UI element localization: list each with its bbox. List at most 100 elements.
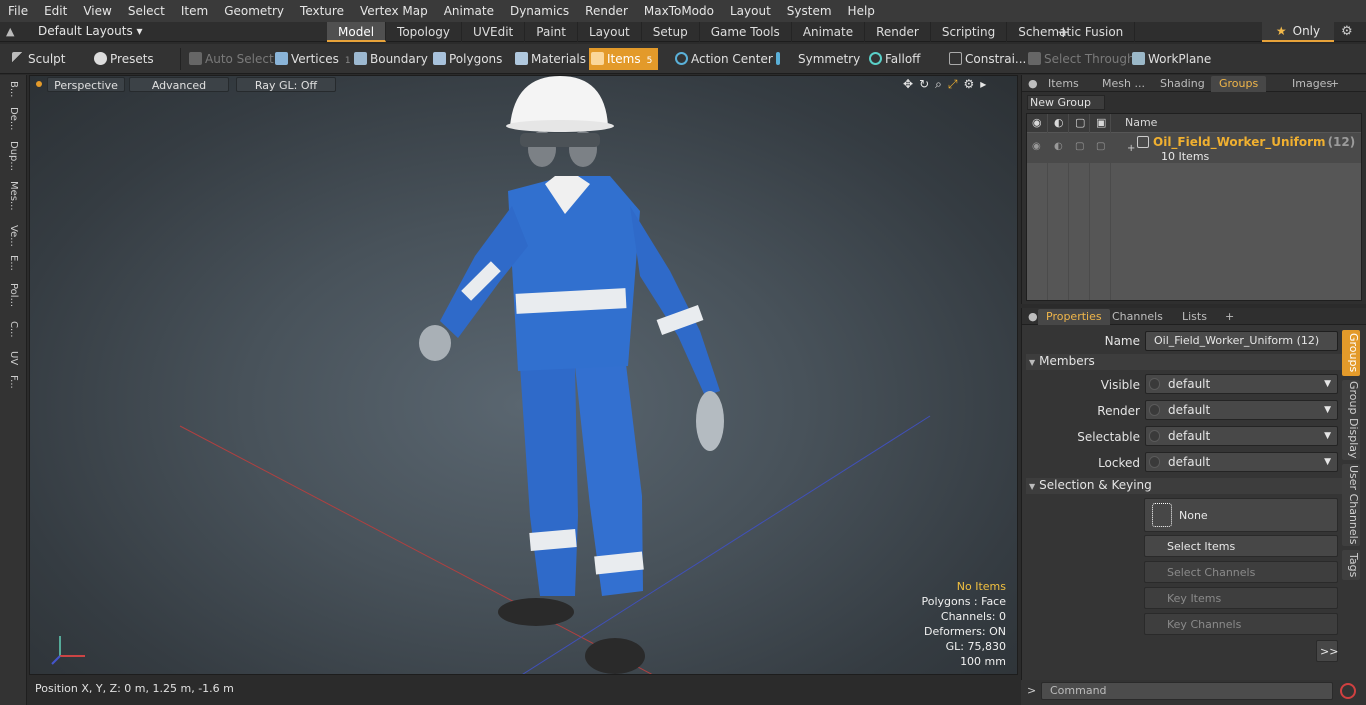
add-tab-icon[interactable]: +: [1217, 309, 1242, 325]
strip-tab[interactable]: Ve...: [5, 225, 19, 247]
presets-button[interactable]: Presets: [92, 48, 154, 70]
menu-geometry[interactable]: Geometry: [216, 0, 292, 22]
perspective-dropdown[interactable]: Perspective: [47, 77, 125, 92]
polygons-button[interactable]: Polygons: [431, 48, 502, 70]
3d-viewport[interactable]: Perspective Advanced Ray GL: Off ✥ ↻ ⌕ ⤢…: [29, 75, 1018, 675]
side-tab-group-display[interactable]: Group Display: [1342, 380, 1360, 460]
collapse-icon[interactable]: ▲: [6, 25, 20, 39]
rotate-icon[interactable]: ↻: [919, 77, 929, 92]
tab-scripting[interactable]: Scripting: [931, 22, 1008, 42]
falloff-button[interactable]: Falloff: [867, 48, 920, 70]
add-tab-icon[interactable]: +: [1322, 76, 1347, 92]
record-icon[interactable]: [1340, 683, 1356, 699]
vertices-button[interactable]: Vertices 1: [273, 48, 351, 70]
tab-game-tools[interactable]: Game Tools: [700, 22, 792, 42]
gear-icon[interactable]: ⚙: [963, 77, 974, 92]
only-toggle[interactable]: ★ Only: [1262, 22, 1334, 42]
side-tab-user-channels[interactable]: User Channels: [1342, 464, 1360, 546]
menu-layout[interactable]: Layout: [722, 0, 779, 22]
tab-model[interactable]: Model: [327, 22, 387, 42]
gear-icon[interactable]: ⚙: [1341, 24, 1353, 39]
menu-vertex-map[interactable]: Vertex Map: [352, 0, 436, 22]
select-items-button[interactable]: Select Items: [1144, 535, 1338, 557]
group-row[interactable]: ◉ ◐ ▢ ▢ + Oil_Field_Worker_Uniform (12) 1…: [1027, 133, 1361, 163]
pan-icon[interactable]: ✥: [903, 77, 913, 92]
menu-help[interactable]: Help: [840, 0, 883, 22]
tab-lists[interactable]: Lists: [1174, 309, 1215, 325]
key-channels-button[interactable]: Key Channels: [1144, 613, 1338, 635]
menu-maxtomodo[interactable]: MaxToModo: [636, 0, 722, 22]
selectable-dropdown[interactable]: default ▼: [1145, 426, 1338, 446]
command-input[interactable]: Command: [1041, 682, 1333, 700]
zoom-icon[interactable]: ⌕: [935, 77, 942, 92]
menu-select[interactable]: Select: [120, 0, 173, 22]
tab-schematic-fusion[interactable]: Schematic Fusion: [1007, 22, 1136, 42]
viewport-options-dot[interactable]: [36, 81, 42, 87]
raygl-toggle[interactable]: Ray GL: Off: [236, 77, 336, 92]
tab-items[interactable]: Items: [1040, 76, 1087, 92]
strip-tab[interactable]: Mes...: [5, 181, 19, 211]
maximize-icon[interactable]: ⤢: [948, 77, 958, 92]
strip-tab[interactable]: Dup...: [5, 141, 19, 171]
expand-icon[interactable]: +: [1127, 143, 1135, 154]
strip-tab[interactable]: De...: [5, 107, 19, 130]
panel-menu-dot[interactable]: ●: [1024, 76, 1042, 92]
strip-tab[interactable]: B...: [5, 81, 19, 97]
expand-arrow-icon[interactable]: ▸: [980, 77, 986, 92]
default-layouts-dropdown[interactable]: Default Layouts ▾: [38, 24, 143, 38]
menu-animate[interactable]: Animate: [436, 0, 502, 22]
tab-paint[interactable]: Paint: [525, 22, 578, 42]
menu-system[interactable]: System: [779, 0, 840, 22]
none-button[interactable]: None: [1144, 498, 1338, 532]
strip-tab[interactable]: F...: [5, 375, 19, 389]
visibility-icon[interactable]: ◉: [1032, 141, 1041, 152]
strip-tab[interactable]: E...: [5, 255, 19, 271]
visible-dropdown[interactable]: default ▼: [1145, 374, 1338, 394]
tab-animate[interactable]: Animate: [792, 22, 866, 42]
tab-properties[interactable]: Properties: [1038, 309, 1110, 325]
menu-texture[interactable]: Texture: [292, 0, 352, 22]
menu-item[interactable]: Item: [173, 0, 216, 22]
items-button[interactable]: Items 5: [589, 48, 659, 70]
side-tab-groups[interactable]: Groups: [1342, 330, 1360, 376]
tab-topology[interactable]: Topology: [386, 22, 463, 42]
advanced-dropdown[interactable]: Advanced: [129, 77, 229, 92]
more-button[interactable]: >>: [1316, 640, 1338, 662]
tab-shading[interactable]: Shading: [1152, 76, 1213, 92]
members-section[interactable]: ▼ Members: [1026, 354, 1360, 370]
key-items-button[interactable]: Key Items: [1144, 587, 1338, 609]
select-toggle-icon[interactable]: ▢: [1096, 141, 1105, 152]
menu-view[interactable]: View: [75, 0, 119, 22]
symmetry-button[interactable]: Symmetry: [772, 48, 860, 70]
lock-toggle-icon[interactable]: ▢: [1075, 141, 1084, 152]
side-tab-tags[interactable]: Tags: [1342, 550, 1360, 580]
strip-tab[interactable]: C...: [5, 321, 19, 338]
name-column-header[interactable]: Name: [1125, 116, 1157, 129]
menu-render[interactable]: Render: [577, 0, 636, 22]
menu-dynamics[interactable]: Dynamics: [502, 0, 577, 22]
select-channels-button[interactable]: Select Channels: [1144, 561, 1338, 583]
locked-dropdown[interactable]: default ▼: [1145, 452, 1338, 472]
materials-button[interactable]: Materials: [513, 48, 586, 70]
tab-channels[interactable]: Channels: [1104, 309, 1171, 325]
tab-uvedit[interactable]: UVEdit: [462, 22, 526, 42]
selection-keying-section[interactable]: ▼ Selection & Keying: [1026, 478, 1360, 494]
menu-edit[interactable]: Edit: [36, 0, 75, 22]
render-dropdown[interactable]: default ▼: [1145, 400, 1338, 420]
action-center-button[interactable]: Action Center: [673, 48, 773, 70]
workplane-button[interactable]: WorkPlane: [1130, 48, 1211, 70]
strip-tab[interactable]: Pol...: [5, 283, 19, 307]
constraints-button[interactable]: Constrai...: [947, 48, 1026, 70]
select-through-button[interactable]: Select Through: [1026, 48, 1135, 70]
name-field[interactable]: Oil_Field_Worker_Uniform (12): [1145, 331, 1338, 351]
sculpt-button[interactable]: Sculpt: [10, 48, 65, 70]
tab-render[interactable]: Render: [865, 22, 931, 42]
add-tab-button[interactable]: +: [1057, 23, 1070, 41]
tab-mesh[interactable]: Mesh ...: [1094, 76, 1153, 92]
boundary-button[interactable]: Boundary: [352, 48, 428, 70]
tab-layout[interactable]: Layout: [578, 22, 642, 42]
render-toggle-icon[interactable]: ◐: [1054, 141, 1063, 152]
strip-tab[interactable]: UV: [5, 351, 19, 365]
tab-groups[interactable]: Groups: [1211, 76, 1267, 92]
menu-file[interactable]: File: [0, 0, 36, 22]
